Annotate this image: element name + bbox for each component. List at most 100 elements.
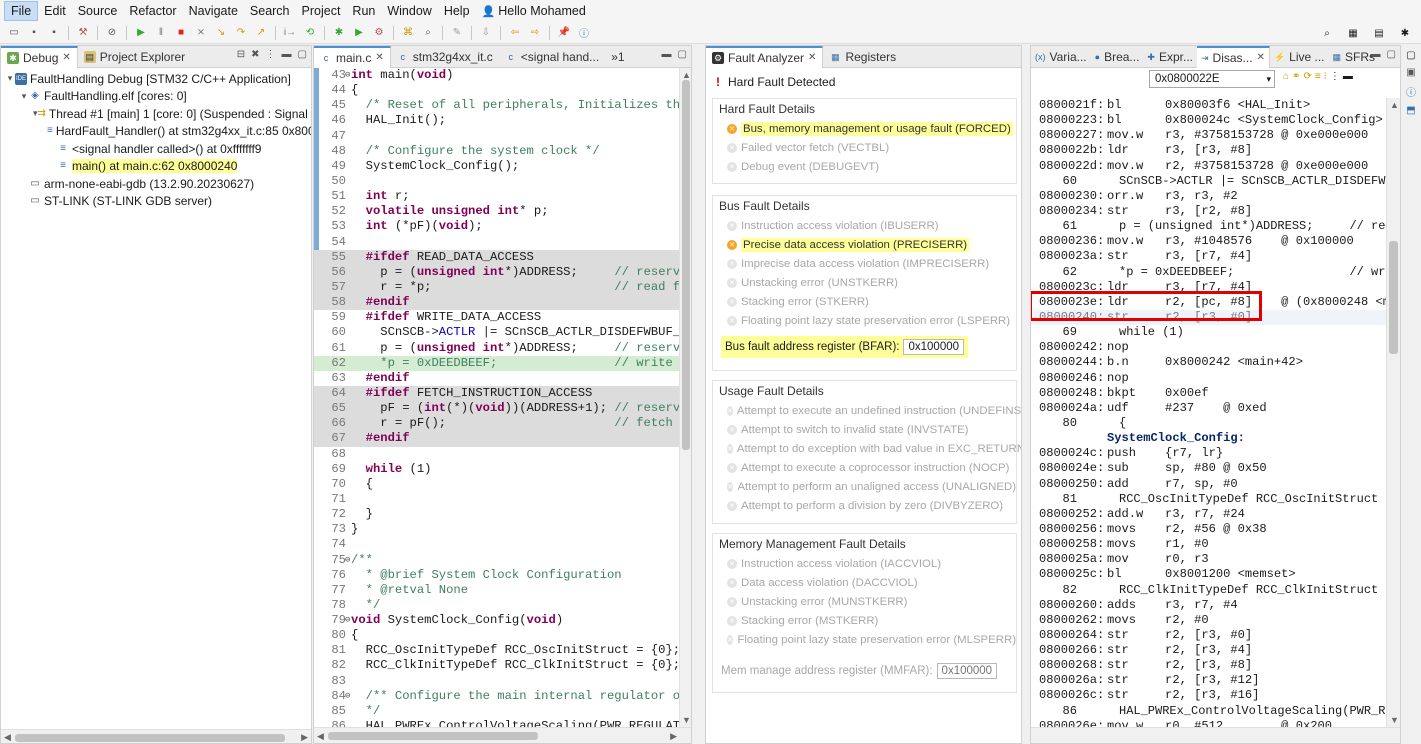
disassembly-line[interactable]: 08000242: nop xyxy=(1031,340,1386,355)
menu-run[interactable]: Run xyxy=(346,2,381,20)
code-line[interactable]: 82 RCC_ClkInitTypeDef RCC_ClkInitStruct … xyxy=(314,658,679,673)
expand-arrow-icon[interactable]: ▾ xyxy=(19,91,29,102)
code-line[interactable]: 55 #ifdef READ_DATA_ACCESS xyxy=(314,249,679,265)
scroll-right-icon[interactable]: ▶ xyxy=(670,731,677,742)
menu-window[interactable]: Window xyxy=(381,2,437,20)
code-line[interactable]: 43 ⊖ int main(void) xyxy=(314,68,679,83)
disassembly-line[interactable]: 08000227: mov.w r3, #3758153728 @ 0xe000e… xyxy=(1031,128,1386,143)
code-line[interactable]: 69 while (1) xyxy=(314,462,679,477)
debug-tree-node[interactable]: ≡ HardFault_Handler() at stm32g4xx_it.c:8… xyxy=(1,123,311,141)
disassembly-vscrollbar[interactable]: ▲ ▼ xyxy=(1386,98,1400,727)
close-icon[interactable]: ✕ xyxy=(1257,52,1265,63)
disassembly-line[interactable]: 08000264: str r2, [r3, #0] xyxy=(1031,628,1386,643)
code-line[interactable]: 47 xyxy=(314,129,679,144)
tab-live-expressions[interactable]: ⚡ Live ... xyxy=(1270,46,1329,68)
fold-icon[interactable]: ⊖ xyxy=(345,553,350,568)
disassembly-hscrollbar[interactable] xyxy=(1031,727,1400,743)
debug-tree-node[interactable]: ▾ IDE FaultHandling Debug [STM32 C/C++ App… xyxy=(1,70,311,88)
close-icon[interactable]: ✕ xyxy=(808,52,816,63)
info-icon[interactable]: ⓘ xyxy=(576,25,592,41)
debug-hscroll-thumb[interactable] xyxy=(15,734,285,742)
disassembly-line[interactable]: 0800026a: str r2, [r3, #12] xyxy=(1031,673,1386,688)
back-icon[interactable]: ⇦ xyxy=(507,25,523,41)
maximize-icon[interactable]: ▢ xyxy=(678,49,687,60)
terminal-icon[interactable]: ▣ xyxy=(1406,67,1415,78)
disassembly-line[interactable]: 0800024e: sub sp, #80 @ 0x50 xyxy=(1031,461,1386,476)
save-all-icon[interactable]: ▪ xyxy=(46,25,62,41)
tab-overflow[interactable]: »1 xyxy=(605,46,630,68)
menu-refactor[interactable]: Refactor xyxy=(123,2,182,20)
debug-perspective-icon[interactable]: ✱ xyxy=(1397,25,1413,41)
code-line[interactable]: 74 xyxy=(314,537,679,552)
disassembly-text[interactable]: 0800021f: bl 0x80003f6 <HAL_Init> 08000223… xyxy=(1031,98,1386,733)
save-icon[interactable]: ▪ xyxy=(26,25,42,41)
editor-vscrollbar[interactable]: ▲ ▼ xyxy=(679,68,691,727)
menu-navigate[interactable]: Navigate xyxy=(183,2,244,20)
tab-disassembly[interactable]: ⇥ Disas... ✕ xyxy=(1196,46,1270,68)
fold-icon[interactable]: ⊖ xyxy=(345,689,350,704)
disassembly-line[interactable]: 08000236: mov.w r3, #1048576 @ 0x100000 xyxy=(1031,234,1386,249)
tab-project-explorer[interactable]: ▤ Project Explorer xyxy=(78,46,191,68)
code-line[interactable]: 81 RCC_OscInitTypeDef RCC_OscInitStruct … xyxy=(314,643,679,658)
step-return-icon[interactable]: ↗ xyxy=(253,25,269,41)
debug-tree-node[interactable]: ≡ main() at main.c:62 0x8000240 xyxy=(1,158,311,176)
scroll-left-icon[interactable]: ◀ xyxy=(317,731,324,742)
tab-breakpoints[interactable]: ● Brea... xyxy=(1091,46,1144,68)
code-line[interactable]: 44 { xyxy=(314,83,679,98)
disassembly-line[interactable]: 08000250: add r7, sp, #0 xyxy=(1031,477,1386,492)
remove-all-icon[interactable]: ✖ xyxy=(251,49,259,60)
code-line[interactable]: 54 xyxy=(314,235,679,250)
tab-expressions[interactable]: ✚ Expr... xyxy=(1143,46,1197,68)
forward-icon[interactable]: ⇨ xyxy=(527,25,543,41)
code-line[interactable]: 85 */ xyxy=(314,704,679,719)
code-line[interactable]: 75 ⊖/** xyxy=(314,553,679,568)
code-line[interactable]: 66 r = pF(); // fetch instruction xyxy=(314,416,679,432)
code-line[interactable]: 53 int (*pF)(void); xyxy=(314,219,679,234)
menu-file[interactable]: File xyxy=(4,1,39,21)
editor-hscroll-thumb[interactable] xyxy=(328,732,538,740)
editor-hscrollbar[interactable]: ◀ ▶ xyxy=(314,727,691,743)
external-tools-icon[interactable]: ⚙ xyxy=(371,25,387,41)
code-line[interactable]: 57 r = *p; // read from reserved xyxy=(314,279,679,296)
code-line[interactable]: 56 p = (unsigned int*)ADDRESS; // reserv… xyxy=(314,264,679,280)
menu-help[interactable]: Help xyxy=(438,2,476,20)
code-line[interactable]: 80 { xyxy=(314,628,679,643)
home-icon[interactable]: ⌂ xyxy=(1283,71,1289,82)
view-menu-icon[interactable]: ⋮ xyxy=(266,49,276,60)
skip-breakpoints-icon[interactable]: ⊘ xyxy=(104,25,120,41)
code-line[interactable]: 50 xyxy=(314,174,679,189)
minimize-icon[interactable]: ▬ xyxy=(1343,71,1353,82)
resume-icon[interactable]: ▶ xyxy=(133,25,149,41)
source-icon[interactable]: ≡ xyxy=(1315,71,1321,82)
c-perspective-icon[interactable]: ▤ xyxy=(1371,25,1387,41)
scroll-down-icon[interactable]: ▼ xyxy=(682,715,691,725)
disassembly-line[interactable]: 0800025a: mov r0, r3 xyxy=(1031,552,1386,567)
disassembly-line[interactable]: 69 while (1) xyxy=(1031,325,1386,340)
code-line[interactable]: 64 #ifdef FETCH_INSTRUCTION_ACCESS xyxy=(314,385,679,402)
disassembly-line[interactable]: 0800023a: str r3, [r7, #4] xyxy=(1031,249,1386,264)
minimize-icon[interactable]: ▬ xyxy=(1371,49,1381,60)
scroll-up-icon[interactable]: ▲ xyxy=(682,70,691,80)
debug-tree-node[interactable]: ▭ ST-LINK (ST-LINK GDB server) xyxy=(1,193,311,211)
build-icon[interactable]: ⚒ xyxy=(75,25,91,41)
maximize-icon[interactable]: ▢ xyxy=(1387,49,1396,60)
refresh-icon[interactable]: ⟳ xyxy=(1303,71,1311,82)
code-line[interactable]: 67 #endif xyxy=(314,431,679,447)
disassembly-line[interactable]: 08000268: str r2, [r3, #8] xyxy=(1031,658,1386,673)
chevron-down-icon[interactable]: ▾ xyxy=(1266,71,1271,87)
pin-icon[interactable]: 📌 xyxy=(556,25,572,41)
disassembly-line[interactable]: 80 { xyxy=(1031,416,1386,431)
disassembly-line[interactable]: 0800025c: bl 0x8001200 <memset> xyxy=(1031,567,1386,582)
edit-icon[interactable]: ✎ xyxy=(449,25,465,41)
fold-icon[interactable]: ⊖ xyxy=(345,68,350,83)
disassembly-line[interactable]: 08000234: str r3, [r2, #8] xyxy=(1031,204,1386,219)
code-line[interactable]: 73} xyxy=(314,522,679,537)
step-into-icon[interactable]: ↘ xyxy=(213,25,229,41)
code-line[interactable]: 78 */ xyxy=(314,598,679,613)
disassembly-line[interactable]: 0800021f: bl 0x80003f6 <HAL_Init> xyxy=(1031,98,1386,113)
disassembly-line[interactable]: 08000230: orr.w r3, r3, #2 xyxy=(1031,189,1386,204)
tab-variables[interactable]: (x) Varia... xyxy=(1031,46,1091,68)
view-menu-icon[interactable]: ⋮ xyxy=(1330,71,1340,82)
info-icon[interactable]: ⓘ xyxy=(1406,84,1416,99)
run-icon[interactable]: ▶ xyxy=(351,25,367,41)
